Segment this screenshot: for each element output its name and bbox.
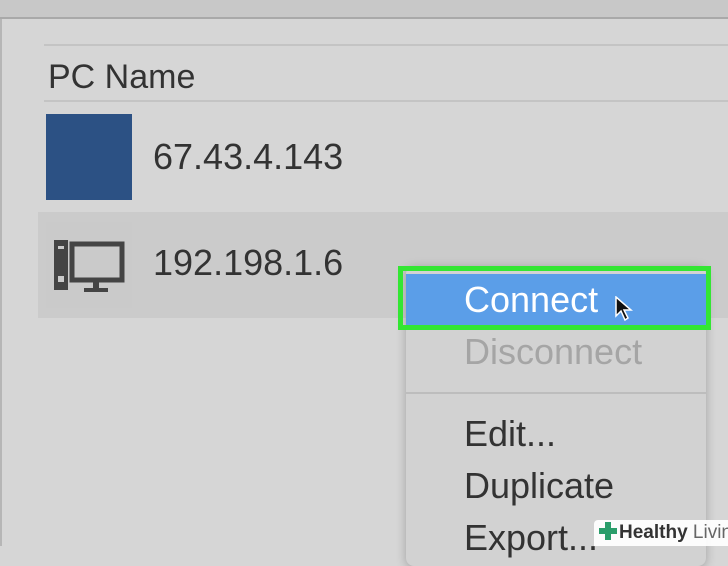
window-left-edge [0,19,2,546]
computer-icon [46,222,132,308]
pc-name-label: 67.43.4.143 [153,136,344,177]
pc-name-label: 192.198.1.6 [153,242,344,283]
menu-item-disconnect: Disconnect [464,331,643,372]
menu-separator [406,392,706,394]
menu-item-edit[interactable]: Edit... [406,408,706,460]
desktop-thumbnail-icon [46,114,132,200]
mouse-pointer-icon [615,296,634,322]
pc-name-column-header[interactable]: PC Name [48,58,195,97]
table-row[interactable]: 67.43.4.143 [38,110,728,216]
watermark-brand-bold: Healthy [619,522,688,543]
table-header-divider [44,100,728,102]
plus-logo-icon [599,522,617,540]
table-top-divider [44,44,728,46]
window-top-bar [0,0,728,19]
menu-item-duplicate[interactable]: Duplicate [406,460,706,512]
callout-highlight-box [398,266,711,330]
watermark-badge: Healthy Living [594,520,728,546]
watermark-brand-light: Living [692,522,728,543]
